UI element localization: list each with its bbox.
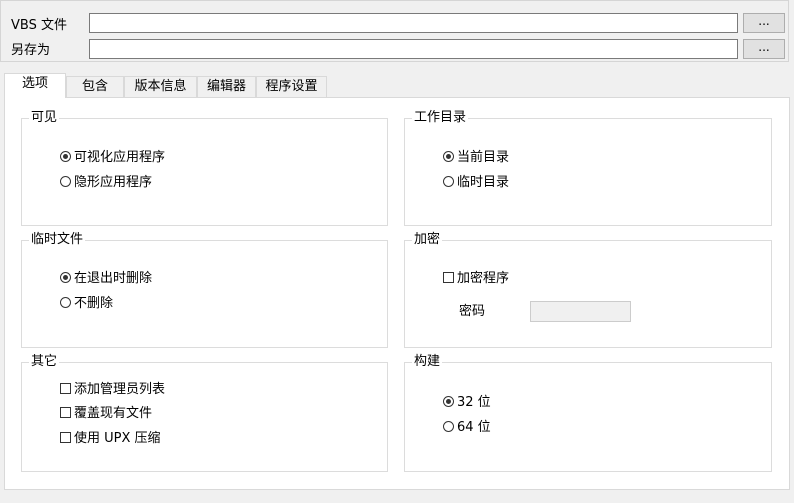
save-as-label: 另存为: [11, 43, 51, 58]
tab-program-settings[interactable]: 程序设置: [256, 76, 327, 97]
visible-group-title: 可见: [29, 109, 60, 127]
tab-editor[interactable]: 编辑器: [197, 76, 256, 97]
checkbox-icon: [443, 272, 454, 283]
save-as-browse-button[interactable]: ...: [743, 39, 785, 59]
encrypt-program-label: 加密程序: [457, 271, 510, 286]
overwrite-files-label: 覆盖现有文件: [74, 406, 153, 421]
build-64bit-label: 64 位: [457, 420, 491, 435]
build-group: 构建 32 位 64 位: [404, 353, 772, 472]
no-delete-radio[interactable]: 不删除: [60, 295, 113, 313]
add-admin-manifest-label: 添加管理员列表: [74, 382, 166, 397]
temp-dir-label: 临时目录: [457, 175, 510, 190]
encryption-group: 加密 加密程序 密码: [404, 231, 772, 348]
radio-unselected-icon: [443, 421, 454, 432]
other-group-title: 其它: [29, 353, 60, 371]
upx-compress-checkbox[interactable]: 使用 UPX 压缩: [60, 430, 161, 448]
encryption-group-title: 加密: [412, 231, 443, 249]
radio-selected-icon: [60, 151, 71, 162]
radio-selected-icon: [60, 272, 71, 283]
visible-app-label: 可视化应用程序: [74, 150, 166, 165]
build-group-title: 构建: [412, 353, 443, 371]
password-input[interactable]: [530, 301, 631, 322]
encrypt-program-checkbox[interactable]: 加密程序: [443, 270, 509, 288]
tab-include[interactable]: 包含: [66, 76, 124, 97]
radio-unselected-icon: [60, 297, 71, 308]
current-dir-radio[interactable]: 当前目录: [443, 149, 509, 167]
hidden-app-label: 隐形应用程序: [74, 175, 153, 190]
checkbox-icon: [60, 383, 71, 394]
build-32bit-label: 32 位: [457, 395, 491, 410]
save-as-input[interactable]: [89, 39, 738, 59]
vbs-file-label: VBS 文件: [11, 18, 67, 33]
delete-on-exit-radio[interactable]: 在退出时删除: [60, 270, 152, 288]
working-directory-group-title: 工作目录: [412, 109, 469, 127]
overwrite-files-checkbox[interactable]: 覆盖现有文件: [60, 405, 152, 423]
visible-app-radio[interactable]: 可视化应用程序: [60, 149, 165, 167]
vbs-file-input[interactable]: [89, 13, 738, 33]
tab-options[interactable]: 选项: [4, 73, 66, 98]
delete-on-exit-label: 在退出时删除: [74, 271, 153, 286]
temp-files-group-title: 临时文件: [29, 231, 86, 249]
no-delete-label: 不删除: [74, 296, 114, 311]
upx-compress-label: 使用 UPX 压缩: [74, 431, 161, 446]
radio-unselected-icon: [443, 176, 454, 187]
current-dir-label: 当前目录: [457, 150, 510, 165]
working-directory-group: 工作目录 当前目录 临时目录: [404, 109, 772, 226]
tab-version-info[interactable]: 版本信息: [124, 76, 197, 97]
build-32bit-radio[interactable]: 32 位: [443, 394, 491, 412]
status-strip: [0, 493, 794, 503]
file-paths-panel: VBS 文件 ... 另存为 ...: [0, 0, 789, 62]
checkbox-icon: [60, 432, 71, 443]
add-admin-manifest-checkbox[interactable]: 添加管理员列表: [60, 381, 165, 399]
hidden-app-radio[interactable]: 隐形应用程序: [60, 174, 152, 192]
visible-group: 可见 可视化应用程序 隐形应用程序: [21, 109, 388, 226]
temp-files-group: 临时文件 在退出时删除 不删除: [21, 231, 388, 348]
vbs-browse-button[interactable]: ...: [743, 13, 785, 33]
radio-unselected-icon: [60, 176, 71, 187]
temp-dir-radio[interactable]: 临时目录: [443, 174, 509, 192]
radio-selected-icon: [443, 151, 454, 162]
other-group: 其它 添加管理员列表 覆盖现有文件 使用 UPX 压缩: [21, 353, 388, 472]
radio-selected-icon: [443, 396, 454, 407]
options-tab-content: 可见 可视化应用程序 隐形应用程序 工作目录 当前目录 临时目录 临时文件 在退…: [4, 97, 790, 490]
build-64bit-radio[interactable]: 64 位: [443, 419, 491, 437]
checkbox-icon: [60, 407, 71, 418]
password-label: 密码: [459, 304, 486, 319]
